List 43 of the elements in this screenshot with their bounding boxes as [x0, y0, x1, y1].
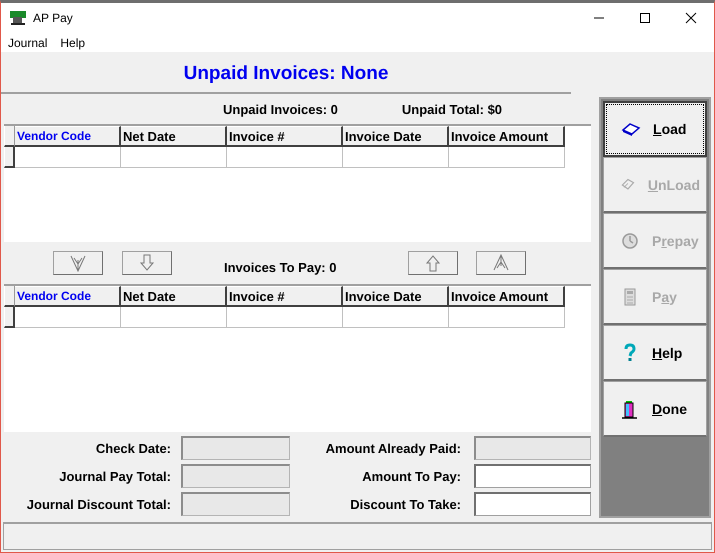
help-button[interactable]: Help	[603, 325, 707, 381]
unpaid-total: Unpaid Total: $0	[402, 102, 502, 116]
clock-icon	[620, 230, 640, 250]
field-label: Check Date:	[94, 440, 171, 456]
field-label: Journal Pay Total:	[58, 468, 171, 484]
maximize-icon[interactable]	[639, 12, 651, 24]
column-header[interactable]: Invoice Amount	[449, 126, 565, 147]
window-title: AP Pay	[33, 11, 73, 25]
app-icon	[9, 10, 27, 26]
unpaid-count: Unpaid Invoices: 0	[223, 102, 338, 116]
column-header[interactable]: Net Date	[121, 286, 227, 307]
column-header[interactable]: Vendor Code	[15, 286, 121, 307]
field-label: Journal Discount Total:	[26, 496, 171, 512]
row-selector[interactable]	[4, 307, 15, 328]
move-all-button[interactable]	[476, 251, 526, 275]
column-header[interactable]: Vendor Code	[15, 126, 121, 147]
done-button[interactable]: Done	[603, 381, 707, 437]
column-header[interactable]: Invoice Date	[343, 126, 449, 147]
move-button[interactable]	[122, 251, 172, 275]
column-header[interactable]: Invoice Amount	[449, 286, 565, 307]
menu-item[interactable]: Help	[60, 36, 86, 50]
input-field[interactable]	[474, 464, 591, 488]
input-field[interactable]	[474, 492, 591, 516]
column-header[interactable]: Invoice #	[227, 126, 343, 147]
field-label: Discount To Take:	[349, 496, 461, 512]
close-icon[interactable]	[685, 12, 697, 24]
move-button[interactable]	[408, 251, 458, 275]
column-header[interactable]: Net Date	[121, 126, 227, 147]
arrow-down-icon	[139, 254, 155, 272]
double-arrow-up-icon	[493, 254, 509, 272]
invoices-to-pay-count: Invoices To Pay: 0	[224, 260, 338, 274]
field-label: Amount Already Paid:	[324, 440, 461, 456]
field-label: Amount To Pay:	[361, 468, 461, 484]
load-button[interactable]: Load	[603, 101, 707, 157]
menu-item[interactable]: Journal	[8, 36, 48, 50]
double-arrow-down-icon	[70, 254, 86, 272]
row-selector[interactable]	[4, 147, 15, 168]
column-header[interactable]: Invoice #	[227, 286, 343, 307]
door-icon	[620, 398, 640, 418]
heading: Unpaid Invoices: None	[184, 62, 388, 84]
move-all-button[interactable]	[53, 251, 103, 275]
column-header[interactable]: Invoice Date	[343, 286, 449, 307]
arrow-up-icon	[425, 254, 441, 272]
